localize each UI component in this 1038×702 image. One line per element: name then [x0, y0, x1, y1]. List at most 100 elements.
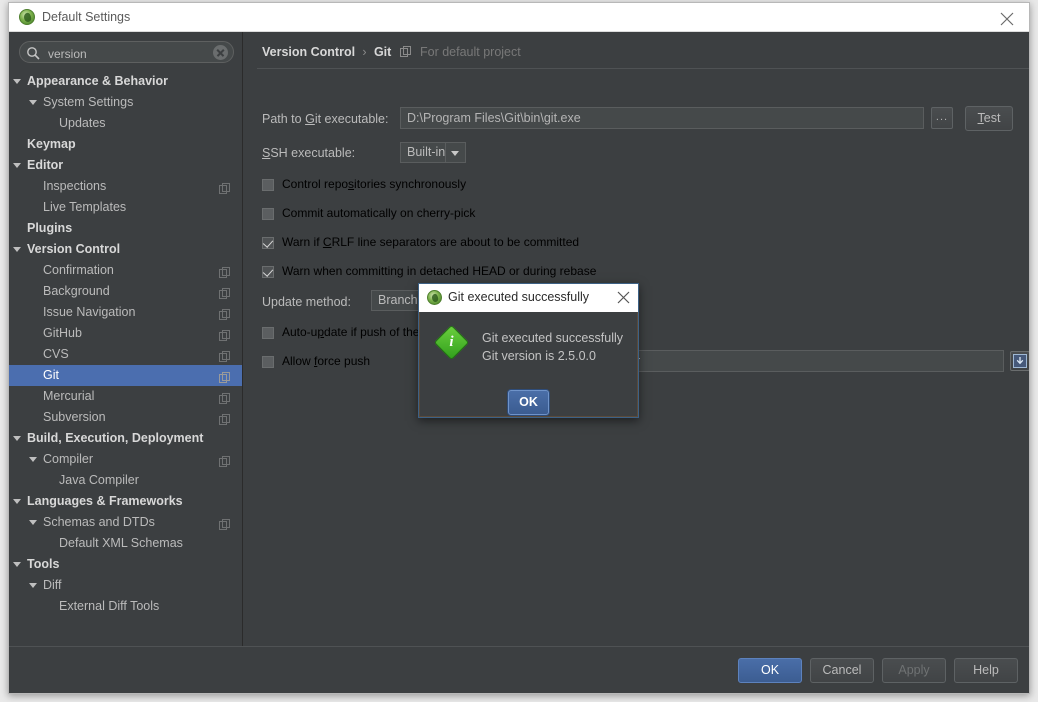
update-method-label: Update method:	[262, 295, 351, 309]
git-path-input[interactable]	[400, 107, 924, 129]
chevron-down-icon[interactable]	[13, 79, 21, 84]
sidebar-item-appearance-behavior[interactable]: Appearance & Behavior	[9, 71, 242, 92]
panel-divider	[257, 68, 1029, 69]
sidebar-item-subversion[interactable]: Subversion	[9, 407, 242, 428]
sidebar-item-label: Mercurial	[43, 389, 95, 403]
chevron-down-icon[interactable]	[13, 163, 21, 168]
chevron-down-icon[interactable]	[445, 143, 465, 162]
sidebar-item-label: Subversion	[43, 410, 106, 424]
sidebar-item-compiler[interactable]: Compiler	[9, 449, 242, 470]
dialog-ok-button[interactable]: OK	[508, 390, 549, 415]
info-diamond-icon: i	[433, 324, 470, 361]
dialog-title: Git executed successfully	[448, 290, 590, 304]
sidebar-item-label: Keymap	[27, 137, 76, 151]
edit-list-icon[interactable]	[1010, 351, 1029, 371]
git-path-label-post: it executable:	[314, 112, 389, 126]
chevron-down-icon[interactable]	[13, 499, 21, 504]
sidebar-item-tools[interactable]: Tools	[9, 554, 242, 575]
sidebar-item-schemas-and-dtds[interactable]: Schemas and DTDs	[9, 512, 242, 533]
sidebar-item-issue-navigation[interactable]: Issue Navigation	[9, 302, 242, 323]
breadcrumb-root[interactable]: Version Control	[262, 45, 355, 59]
project-scope-icon	[395, 46, 411, 60]
window-title: Default Settings	[42, 10, 131, 24]
sidebar-item-background[interactable]: Background	[9, 281, 242, 302]
checkbox-label: Control repositories synchronously	[282, 177, 467, 191]
sidebar-item-build-execution-deployment[interactable]: Build, Execution, Deployment	[9, 428, 242, 449]
sidebar-item-label: Tools	[27, 557, 60, 571]
dialog-body: i Git executed successfully Git version …	[419, 312, 638, 417]
chevron-down-icon[interactable]	[29, 457, 37, 462]
checkbox-box	[262, 237, 274, 249]
window-titlebar: Default Settings	[9, 3, 1029, 32]
sidebar-item-live-templates[interactable]: Live Templates	[9, 197, 242, 218]
dialog-message-line2: Git version is 2.5.0.0	[482, 349, 596, 363]
sidebar-item-label: GitHub	[43, 326, 82, 340]
chevron-down-icon[interactable]	[29, 520, 37, 525]
sidebar-item-label: CVS	[43, 347, 69, 361]
sidebar-item-cvs[interactable]: CVS	[9, 344, 242, 365]
sidebar-item-label: Issue Navigation	[43, 305, 136, 319]
sidebar-item-version-control[interactable]: Version Control	[9, 239, 242, 260]
sidebar-item-confirmation[interactable]: Confirmation	[9, 260, 242, 281]
search-input[interactable]	[46, 44, 215, 63]
settings-sidebar: Appearance & Behavior System Settings Upda…	[9, 32, 243, 648]
idea-logo-icon	[19, 9, 35, 25]
checkbox-box	[262, 179, 274, 191]
help-button[interactable]: Help	[954, 658, 1018, 683]
breadcrumb-separator: ›	[362, 45, 367, 59]
sidebar-item-label: Version Control	[27, 242, 121, 256]
sidebar-item-inspections[interactable]: Inspections	[9, 176, 242, 197]
git-path-label-pre: Path to	[262, 112, 306, 126]
sidebar-item-label: Inspections	[43, 179, 107, 193]
sidebar-item-external-diff-tools[interactable]: External Diff Tools	[9, 596, 242, 617]
close-icon[interactable]	[985, 3, 1029, 31]
chevron-down-icon[interactable]	[29, 100, 37, 105]
sidebar-item-label: Updates	[59, 116, 106, 130]
test-button-label: est	[983, 111, 1001, 125]
sidebar-item-default-xml-schemas[interactable]: Default XML Schemas	[9, 533, 242, 554]
ok-button[interactable]: OK	[738, 658, 802, 683]
sidebar-item-git[interactable]: Git	[9, 365, 242, 386]
scope-note: For default project	[419, 45, 521, 59]
dialog-footer: OK Cancel Apply Help	[9, 646, 1029, 693]
git-executed-dialog: Git executed successfully i Git executed…	[418, 283, 639, 418]
sidebar-item-label: Appearance & Behavior	[27, 74, 169, 88]
ssh-executable-select[interactable]: Built-in	[400, 142, 466, 163]
chevron-down-icon[interactable]	[13, 436, 21, 441]
chevron-down-icon[interactable]	[13, 247, 21, 252]
breadcrumb: Version Control › Git For default projec…	[262, 45, 521, 60]
sidebar-item-keymap[interactable]: Keymap	[9, 134, 242, 155]
chevron-down-icon[interactable]	[13, 562, 21, 567]
sidebar-item-plugins[interactable]: Plugins	[9, 218, 242, 239]
git-path-label: Path to Git executable:	[262, 112, 389, 126]
sidebar-item-label: Background	[43, 284, 110, 298]
sidebar-item-label: Java Compiler	[59, 473, 139, 487]
sidebar-item-label: Compiler	[43, 452, 94, 466]
sidebar-item-label: Git	[43, 368, 59, 382]
sidebar-item-label: Build, Execution, Deployment	[27, 431, 204, 445]
checkbox-label: Warn when committing in detached HEAD or…	[282, 264, 597, 278]
sidebar-item-java-compiler[interactable]: Java Compiler	[9, 470, 242, 491]
search-box[interactable]	[19, 41, 234, 63]
test-button[interactable]: Test	[965, 106, 1013, 131]
settings-tree: Appearance & Behavior System Settings Upda…	[9, 71, 242, 617]
sidebar-item-label: Schemas and DTDs	[43, 515, 155, 529]
sidebar-item-github[interactable]: GitHub	[9, 323, 242, 344]
sidebar-item-mercurial[interactable]: Mercurial	[9, 386, 242, 407]
apply-button: Apply	[882, 658, 946, 683]
sidebar-item-diff[interactable]: Diff	[9, 575, 242, 596]
sidebar-item-languages-frameworks[interactable]: Languages & Frameworks	[9, 491, 242, 512]
sidebar-item-updates[interactable]: Updates	[9, 113, 242, 134]
close-icon[interactable]	[614, 288, 634, 308]
sidebar-item-label: Live Templates	[43, 200, 127, 214]
sidebar-item-editor[interactable]: Editor	[9, 155, 242, 176]
browse-button[interactable]: ...	[931, 107, 953, 129]
clear-icon[interactable]	[213, 45, 228, 60]
sidebar-item-system-settings[interactable]: System Settings	[9, 92, 242, 113]
ssh-label: SSH executable:	[262, 146, 355, 160]
chevron-down-icon[interactable]	[29, 583, 37, 588]
cancel-button[interactable]: Cancel	[810, 658, 874, 683]
sidebar-item-label: System Settings	[43, 95, 134, 109]
protected-branches-input[interactable]	[595, 350, 1004, 372]
sidebar-item-label: Editor	[27, 158, 64, 172]
